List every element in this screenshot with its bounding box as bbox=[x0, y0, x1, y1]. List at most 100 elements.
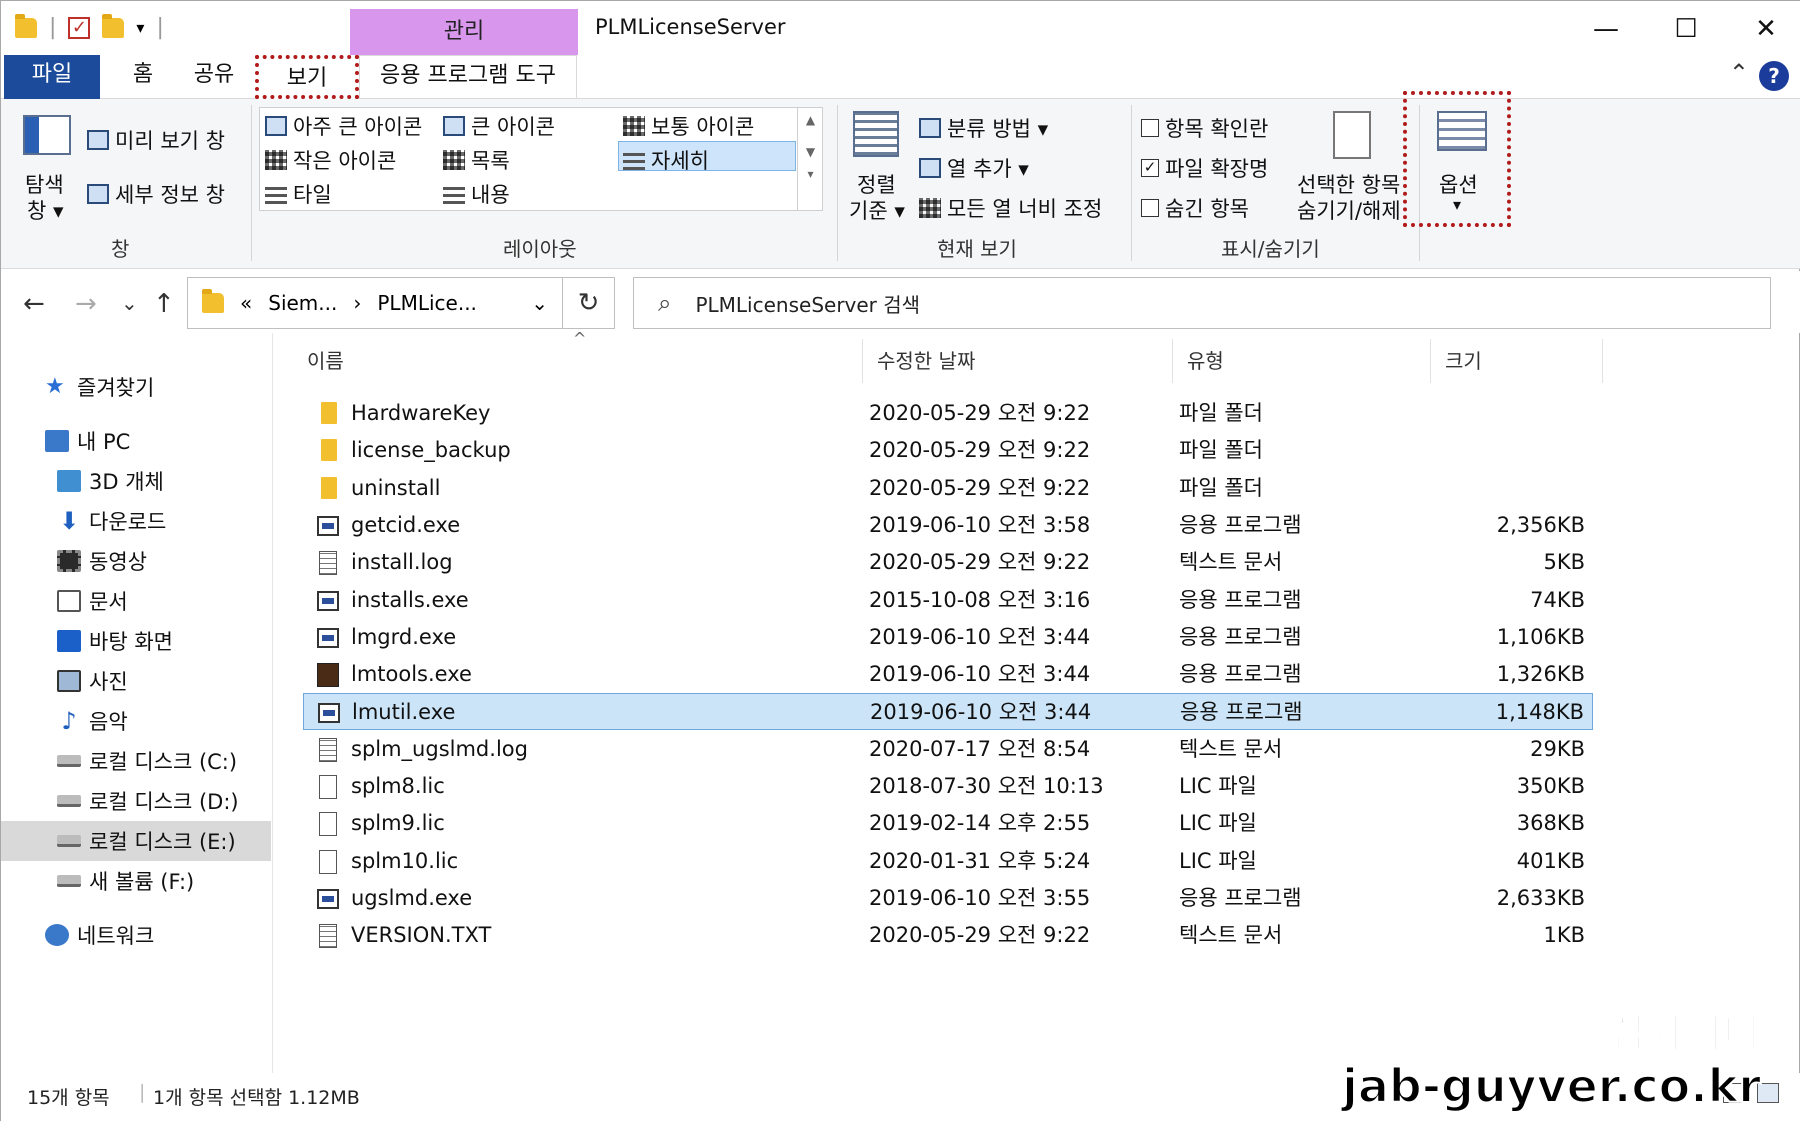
tab-share[interactable]: 공유 bbox=[181, 55, 247, 99]
nav-videos[interactable]: 동영상 bbox=[1, 541, 271, 581]
layout-tiles-label: 타일 bbox=[293, 183, 332, 207]
address-dropdown-icon[interactable]: ⌄ bbox=[531, 291, 548, 315]
nav-music-label: 음악 bbox=[89, 710, 128, 734]
breadcrumb-overflow[interactable]: « bbox=[240, 291, 252, 315]
options-icon[interactable] bbox=[1437, 111, 1487, 151]
back-button[interactable]: ← bbox=[23, 289, 45, 319]
details-view-icon bbox=[623, 150, 645, 170]
file-row[interactable]: getcid.exe 2019-06-10 오전 3:58 응용 프로그램 2,356… bbox=[303, 507, 1593, 544]
hidden-items-toggle[interactable]: 숨긴 항목 bbox=[1141, 193, 1249, 223]
download-arrow-icon: ⬇ bbox=[58, 507, 80, 535]
tab-file[interactable]: 파일 bbox=[4, 55, 100, 99]
customize-qat-icon[interactable]: ▾ bbox=[136, 18, 144, 37]
up-button[interactable]: ↑ bbox=[153, 289, 175, 319]
layout-medium-icons[interactable]: 보통 아이콘 bbox=[623, 111, 754, 141]
file-row[interactable]: license_backup 2020-05-29 오전 9:22 파일 폴더 bbox=[303, 432, 1593, 469]
hide-selected-label-2[interactable]: 숨기기/해제 bbox=[1297, 195, 1401, 225]
layout-gallery-scroll[interactable]: ▲ ▼ ▾ bbox=[797, 107, 823, 211]
file-row[interactable]: lmutil.exe 2019-06-10 오전 3:44 응용 프로그램 1,148… bbox=[303, 693, 1593, 731]
column-header-name[interactable]: 이름 bbox=[293, 339, 863, 383]
file-name: splm9.lic bbox=[351, 811, 445, 836]
file-extensions-checkbox[interactable]: ✓ bbox=[1141, 159, 1159, 177]
nav-3d-objects[interactable]: 3D 개체 bbox=[1, 461, 271, 501]
address-bar[interactable]: « Siem... › PLMLice... ⌄ bbox=[187, 277, 563, 329]
column-header-type[interactable]: 유형 bbox=[1173, 339, 1431, 383]
properties-icon[interactable]: ✓ bbox=[68, 16, 91, 39]
nav-disk-e[interactable]: 로컬 디스크 (E:) bbox=[1, 821, 271, 861]
file-row[interactable]: uninstall 2020-05-29 오전 9:22 파일 폴더 bbox=[303, 470, 1593, 507]
scroll-up-icon[interactable]: ▲ bbox=[798, 113, 823, 127]
nav-pictures[interactable]: 사진 bbox=[1, 661, 271, 701]
group-by-button[interactable]: 분류 방법 ▾ bbox=[919, 113, 1048, 143]
new-folder-icon[interactable] bbox=[102, 13, 125, 38]
refresh-button[interactable]: ↻ bbox=[563, 277, 615, 329]
column-header-size[interactable]: 크기 bbox=[1431, 339, 1603, 383]
file-row[interactable]: lmtools.exe 2019-06-10 오전 3:44 응용 프로그램 1,32… bbox=[303, 656, 1593, 693]
layout-content[interactable]: 내용 bbox=[443, 179, 510, 209]
breadcrumb-plmlicense[interactable]: PLMLice... bbox=[377, 291, 477, 315]
nav-downloads[interactable]: ⬇ 다운로드 bbox=[1, 501, 271, 541]
nav-disk-c[interactable]: 로컬 디스크 (C:) bbox=[1, 741, 271, 781]
file-row[interactable]: splm9.lic 2019-02-14 오후 2:55 LIC 파일 368KB bbox=[303, 805, 1593, 842]
file-row[interactable]: splm8.lic 2018-07-30 오전 10:13 LIC 파일 350KB bbox=[303, 768, 1593, 805]
file-extensions-toggle[interactable]: ✓ 파일 확장명 bbox=[1141, 153, 1268, 183]
options-dropdown-icon[interactable]: ▾ bbox=[1453, 195, 1461, 214]
film-icon bbox=[57, 550, 81, 572]
file-row[interactable]: HardwareKey 2020-05-29 오전 9:22 파일 폴더 bbox=[303, 395, 1593, 432]
ribbon: 탐색 창 ▾ 미리 보기 창 세부 정보 창 창 아주 큰 아이콘 큰 아이콘 … bbox=[1, 91, 1800, 269]
file-row[interactable]: installs.exe 2015-10-08 오전 3:16 응용 프로그램 74K… bbox=[303, 582, 1593, 619]
search-input[interactable]: ⌕ PLMLicenseServer 검색 bbox=[633, 277, 1771, 329]
minimize-button[interactable]: — bbox=[1571, 9, 1641, 49]
details-pane-button[interactable]: 세부 정보 창 bbox=[87, 179, 225, 209]
file-row[interactable]: VERSION.TXT 2020-05-29 오전 9:22 텍스트 문서 1KB bbox=[303, 917, 1593, 954]
layout-xl-icons[interactable]: 아주 큰 아이콘 bbox=[265, 111, 422, 141]
nav-disk-c-label: 로컬 디스크 (C:) bbox=[89, 750, 238, 774]
hidden-items-checkbox[interactable] bbox=[1141, 199, 1159, 217]
item-checkboxes-toggle[interactable]: 항목 확인란 bbox=[1141, 113, 1268, 143]
tab-view[interactable]: 보기 bbox=[255, 55, 359, 99]
tab-manage-context[interactable]: 관리 bbox=[350, 9, 578, 55]
nav-music[interactable]: ♪ 음악 bbox=[1, 701, 271, 741]
nav-desktop[interactable]: 바탕 화면 bbox=[1, 621, 271, 661]
gallery-expand-icon[interactable]: ▾ bbox=[798, 167, 823, 181]
nav-this-pc[interactable]: 내 PC bbox=[1, 421, 271, 461]
recent-locations-button[interactable]: ⌄ bbox=[121, 291, 138, 315]
tool-app-icon bbox=[317, 663, 339, 688]
collapse-ribbon-icon[interactable]: ⌃ bbox=[1729, 59, 1749, 87]
close-button[interactable]: ✕ bbox=[1731, 9, 1800, 49]
breadcrumb-siemens[interactable]: Siem... bbox=[268, 291, 337, 315]
nav-disk-d[interactable]: 로컬 디스크 (D:) bbox=[1, 781, 271, 821]
layout-tiles[interactable]: 타일 bbox=[265, 179, 332, 209]
extra-large-icons-icon bbox=[265, 116, 287, 136]
preview-pane-button[interactable]: 미리 보기 창 bbox=[87, 125, 225, 155]
layout-large-icons[interactable]: 큰 아이콘 bbox=[443, 111, 555, 141]
file-row[interactable]: ugslmd.exe 2019-06-10 오전 3:55 응용 프로그램 2,633… bbox=[303, 880, 1593, 917]
file-row[interactable]: lmgrd.exe 2019-06-10 오전 3:44 응용 프로그램 1,106K… bbox=[303, 619, 1593, 656]
size-all-columns-button[interactable]: 모든 열 너비 조정 bbox=[919, 193, 1102, 223]
file-row[interactable]: splm10.lic 2020-01-31 오후 5:24 LIC 파일 401KB bbox=[303, 843, 1593, 880]
add-columns-button[interactable]: 열 추가 ▾ bbox=[919, 153, 1029, 183]
layout-small-icons[interactable]: 작은 아이콘 bbox=[265, 145, 396, 175]
breadcrumb-separator[interactable]: › bbox=[353, 291, 361, 315]
file-row[interactable]: splm_ugslmd.log 2020-07-17 오전 8:54 텍스트 문서 2… bbox=[303, 731, 1593, 768]
nav-network[interactable]: 네트워크 bbox=[1, 915, 271, 955]
forward-button[interactable]: → bbox=[75, 289, 97, 319]
navigation-pane-dropdown[interactable]: 창 ▾ bbox=[27, 195, 64, 225]
layout-list[interactable]: 목록 bbox=[443, 145, 510, 175]
sort-by-dropdown[interactable]: 기준 ▾ bbox=[849, 195, 905, 225]
maximize-button[interactable]: ☐ bbox=[1651, 9, 1721, 49]
hide-selected-icon bbox=[1333, 111, 1371, 159]
nav-quick-access[interactable]: ★ 즐겨찾기 bbox=[1, 367, 271, 407]
nav-documents[interactable]: 문서 bbox=[1, 581, 271, 621]
group-by-icon bbox=[919, 118, 941, 138]
tab-application-tools[interactable]: 응용 프로그램 도구 bbox=[359, 55, 577, 99]
column-header-date[interactable]: 수정한 날짜 bbox=[863, 339, 1173, 383]
help-button[interactable]: ? bbox=[1759, 61, 1789, 91]
item-checkboxes-checkbox[interactable] bbox=[1141, 119, 1159, 137]
scroll-down-icon[interactable]: ▼ bbox=[798, 145, 823, 159]
file-date: 2020-05-29 오전 9:22 bbox=[869, 401, 1091, 425]
layout-details[interactable]: 자세히 bbox=[623, 145, 709, 175]
nav-volume-f[interactable]: 새 볼륨 (F:) bbox=[1, 861, 271, 901]
file-row[interactable]: install.log 2020-05-29 오전 9:22 텍스트 문서 5KB bbox=[303, 544, 1593, 581]
tab-home[interactable]: 홈 bbox=[113, 55, 173, 99]
